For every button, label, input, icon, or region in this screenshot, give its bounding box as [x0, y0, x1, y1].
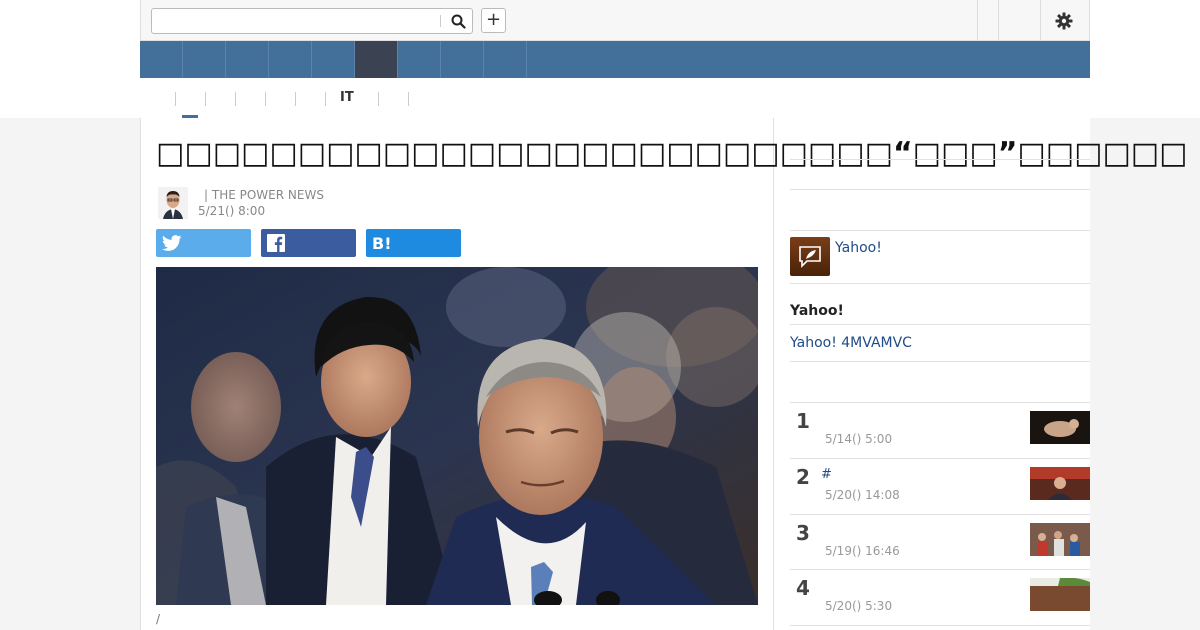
add-button[interactable]: +	[481, 8, 506, 33]
subnav-divider	[408, 92, 409, 106]
photo-caption: /	[156, 612, 161, 626]
nav-item[interactable]	[484, 41, 527, 78]
nav-item[interactable]	[183, 41, 226, 78]
ranking-number: 4	[796, 576, 810, 600]
search-icon	[451, 14, 466, 29]
sub-nav	[140, 78, 1090, 118]
ranking-date: 5/20() 14:08	[825, 488, 900, 502]
gear-icon	[1055, 12, 1073, 30]
sidebar-divider	[790, 230, 1090, 231]
twitter-icon	[162, 235, 182, 251]
toolbar-divider	[1040, 0, 1041, 40]
ranking-date: 5/14() 5:00	[825, 432, 893, 446]
author-avatar[interactable]	[158, 187, 188, 219]
toolbar-divider	[977, 0, 978, 40]
sidebar-divider	[790, 569, 1090, 570]
sidebar-divider	[790, 159, 1090, 160]
sidebar-divider	[790, 189, 1090, 190]
ranking-thumbnail[interactable]	[1030, 578, 1090, 611]
sidebar-divider	[790, 283, 1090, 284]
settings-button[interactable]	[1053, 10, 1075, 32]
subnav-divider	[295, 92, 296, 106]
share-twitter-button[interactable]	[156, 229, 251, 257]
category-nav	[140, 41, 1090, 78]
article-title: □□□□□□□□□□□□□□□□□□□□□□□□□□“□□□”□□□□□□	[156, 136, 1188, 171]
sidebar-divider	[790, 324, 1090, 325]
ranking-thumbnail[interactable]	[1030, 411, 1090, 444]
nav-item[interactable]	[140, 41, 183, 78]
ranking-tag[interactable]: #	[821, 467, 832, 482]
sidebar-link[interactable]: Yahoo! 4MVAMVC	[790, 335, 912, 351]
subnav-divider	[205, 92, 206, 106]
ranking-number: 3	[796, 521, 810, 545]
ranking-thumbnail[interactable]	[1030, 467, 1090, 500]
article-photo[interactable]	[156, 267, 758, 605]
sidebar-divider	[790, 625, 1090, 626]
search-divider	[440, 15, 441, 27]
subnav-divider	[325, 92, 326, 106]
sidebar-divider	[790, 514, 1090, 515]
hatena-bookmark-label: B!	[372, 233, 392, 253]
comment-feather-icon[interactable]	[790, 237, 830, 276]
top-toolbar: +	[140, 0, 1090, 41]
subnav-item-it[interactable]: IT	[340, 90, 354, 105]
facebook-icon	[267, 234, 285, 252]
nav-item-active[interactable]	[355, 41, 398, 78]
search-box	[151, 8, 473, 34]
sidebar-heading: Yahoo!	[790, 303, 844, 319]
toolbar-divider	[998, 0, 999, 40]
nav-item[interactable]	[441, 41, 484, 78]
search-button[interactable]	[444, 10, 472, 32]
search-input[interactable]	[152, 9, 438, 33]
ranking-date: 5/19() 16:46	[825, 544, 900, 558]
share-facebook-button[interactable]	[261, 229, 356, 257]
subnav-divider	[235, 92, 236, 106]
subnav-divider	[175, 92, 176, 106]
nav-item[interactable]	[312, 41, 355, 78]
ranking-number: 1	[796, 409, 810, 433]
sidebar-divider	[790, 402, 1090, 403]
subnav-divider	[378, 92, 379, 106]
article-date: 5/21() 8:00	[198, 204, 266, 218]
yahoo-link[interactable]: Yahoo!	[835, 240, 882, 256]
ranking-thumbnail[interactable]	[1030, 523, 1090, 556]
ranking-date: 5/20() 5:30	[825, 599, 893, 613]
ranking-number: 2	[796, 465, 810, 489]
article-source[interactable]: | THE POWER NEWS	[204, 188, 324, 202]
nav-item[interactable]	[226, 41, 269, 78]
share-hatena-button[interactable]: B!	[366, 229, 461, 257]
sidebar-divider	[790, 458, 1090, 459]
subnav-divider	[265, 92, 266, 106]
sidebar-divider	[790, 361, 1090, 362]
nav-item[interactable]	[398, 41, 441, 78]
nav-item[interactable]	[269, 41, 312, 78]
